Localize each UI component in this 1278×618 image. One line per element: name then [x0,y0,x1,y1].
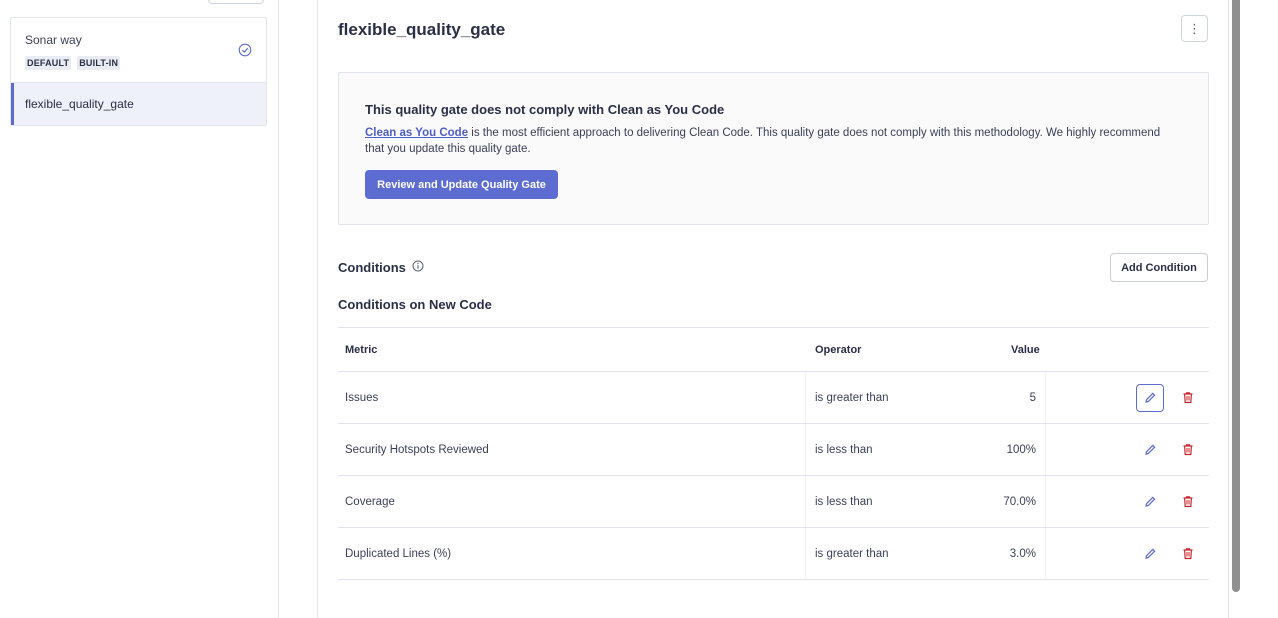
operator-cell: is less than [815,443,873,456]
table-row: Security Hotspots Reviewed is less than … [338,424,1209,476]
gate-name: Sonar way [25,33,82,47]
edit-condition-button[interactable] [1136,540,1164,568]
review-update-button[interactable]: Review and Update Quality Gate [365,170,558,199]
column-divider [1045,424,1046,475]
cayc-warning-title: This quality gate does not comply with C… [365,102,725,117]
gate-name: flexible_quality_gate [25,97,134,111]
conditions-new-code-title: Conditions on New Code [338,297,492,312]
default-badge: DEFAULT [25,56,72,70]
trash-icon [1183,496,1193,508]
clean-as-you-code-link[interactable]: Clean as You Code [365,127,468,139]
value-cell: 5 [1029,391,1036,404]
operator-cell: is greater than [815,391,889,404]
gate-item-sonar-way[interactable]: Sonar way DEFAULT BUILT-IN [11,18,266,83]
app-root: Sonar way DEFAULT BUILT-IN flexible_qual… [0,0,1278,618]
gate-item-flexible-quality-gate[interactable]: flexible_quality_gate [11,83,266,125]
delete-condition-button[interactable] [1175,489,1201,515]
value-cell: 100% [1006,443,1036,456]
pencil-icon [1144,444,1155,455]
conditions-table: Metric Operator Value Issues is greater … [338,327,1209,580]
table-row: Issues is greater than 5 [338,372,1209,424]
value-cell: 3.0% [1009,547,1036,560]
trash-icon [1183,548,1193,560]
more-actions-button[interactable]: ⋮ [1181,15,1208,42]
pencil-icon [1144,548,1155,559]
cayc-warning-box: This quality gate does not comply with C… [338,72,1209,225]
delete-condition-button[interactable] [1175,437,1201,463]
cayc-description: is the most efficient approach to delive… [365,127,1161,155]
metric-cell: Duplicated Lines (%) [345,547,452,560]
operator-cell: is greater than [815,547,889,560]
built-in-badge: BUILT-IN [77,56,121,70]
gate-badges: DEFAULT BUILT-IN [25,56,121,70]
add-condition-button[interactable]: Add Condition [1110,253,1208,282]
operator-cell: is less than [815,495,873,508]
check-circle-icon [238,43,252,57]
scrollbar-thumb[interactable] [1232,0,1240,592]
pencil-icon [1144,392,1155,403]
edit-condition-button[interactable] [1136,436,1164,464]
column-divider [805,476,806,527]
delete-condition-button[interactable] [1175,385,1201,411]
sidebar-top-button[interactable] [208,0,264,4]
column-divider [1045,528,1046,579]
column-divider [805,372,806,423]
quality-gate-list: Sonar way DEFAULT BUILT-IN flexible_qual… [10,17,267,126]
table-header: Metric Operator Value [338,328,1209,372]
quality-gate-details: flexible_quality_gate ⋮ This quality gat… [317,0,1229,618]
metric-header: Metric [345,343,378,356]
metric-cell: Issues [345,391,379,404]
value-cell: 70.0% [1003,495,1036,508]
delete-condition-button[interactable] [1175,541,1201,567]
operator-header: Operator [815,343,862,356]
column-divider [1045,476,1046,527]
column-divider [805,424,806,475]
metric-cell: Security Hotspots Reviewed [345,443,489,456]
column-divider [1045,372,1046,423]
quality-gates-sidebar: Sonar way DEFAULT BUILT-IN flexible_qual… [0,0,279,618]
conditions-title: Conditions [338,260,406,275]
trash-icon [1183,392,1193,404]
more-vertical-icon: ⋮ [1188,20,1201,36]
metric-cell: Coverage [345,495,395,508]
value-header: Value [1011,343,1040,356]
pencil-icon [1144,496,1155,507]
trash-icon [1183,444,1193,456]
column-divider [805,528,806,579]
page-title: flexible_quality_gate [338,20,506,39]
table-row: Coverage is less than 70.0% [338,476,1209,528]
edit-condition-button[interactable] [1136,488,1164,516]
cayc-warning-text: Clean as You Code is the most efficient … [365,125,1165,157]
info-icon[interactable] [412,260,424,272]
table-row: Duplicated Lines (%) is greater than 3.0… [338,528,1209,580]
edit-condition-button[interactable] [1136,383,1164,412]
